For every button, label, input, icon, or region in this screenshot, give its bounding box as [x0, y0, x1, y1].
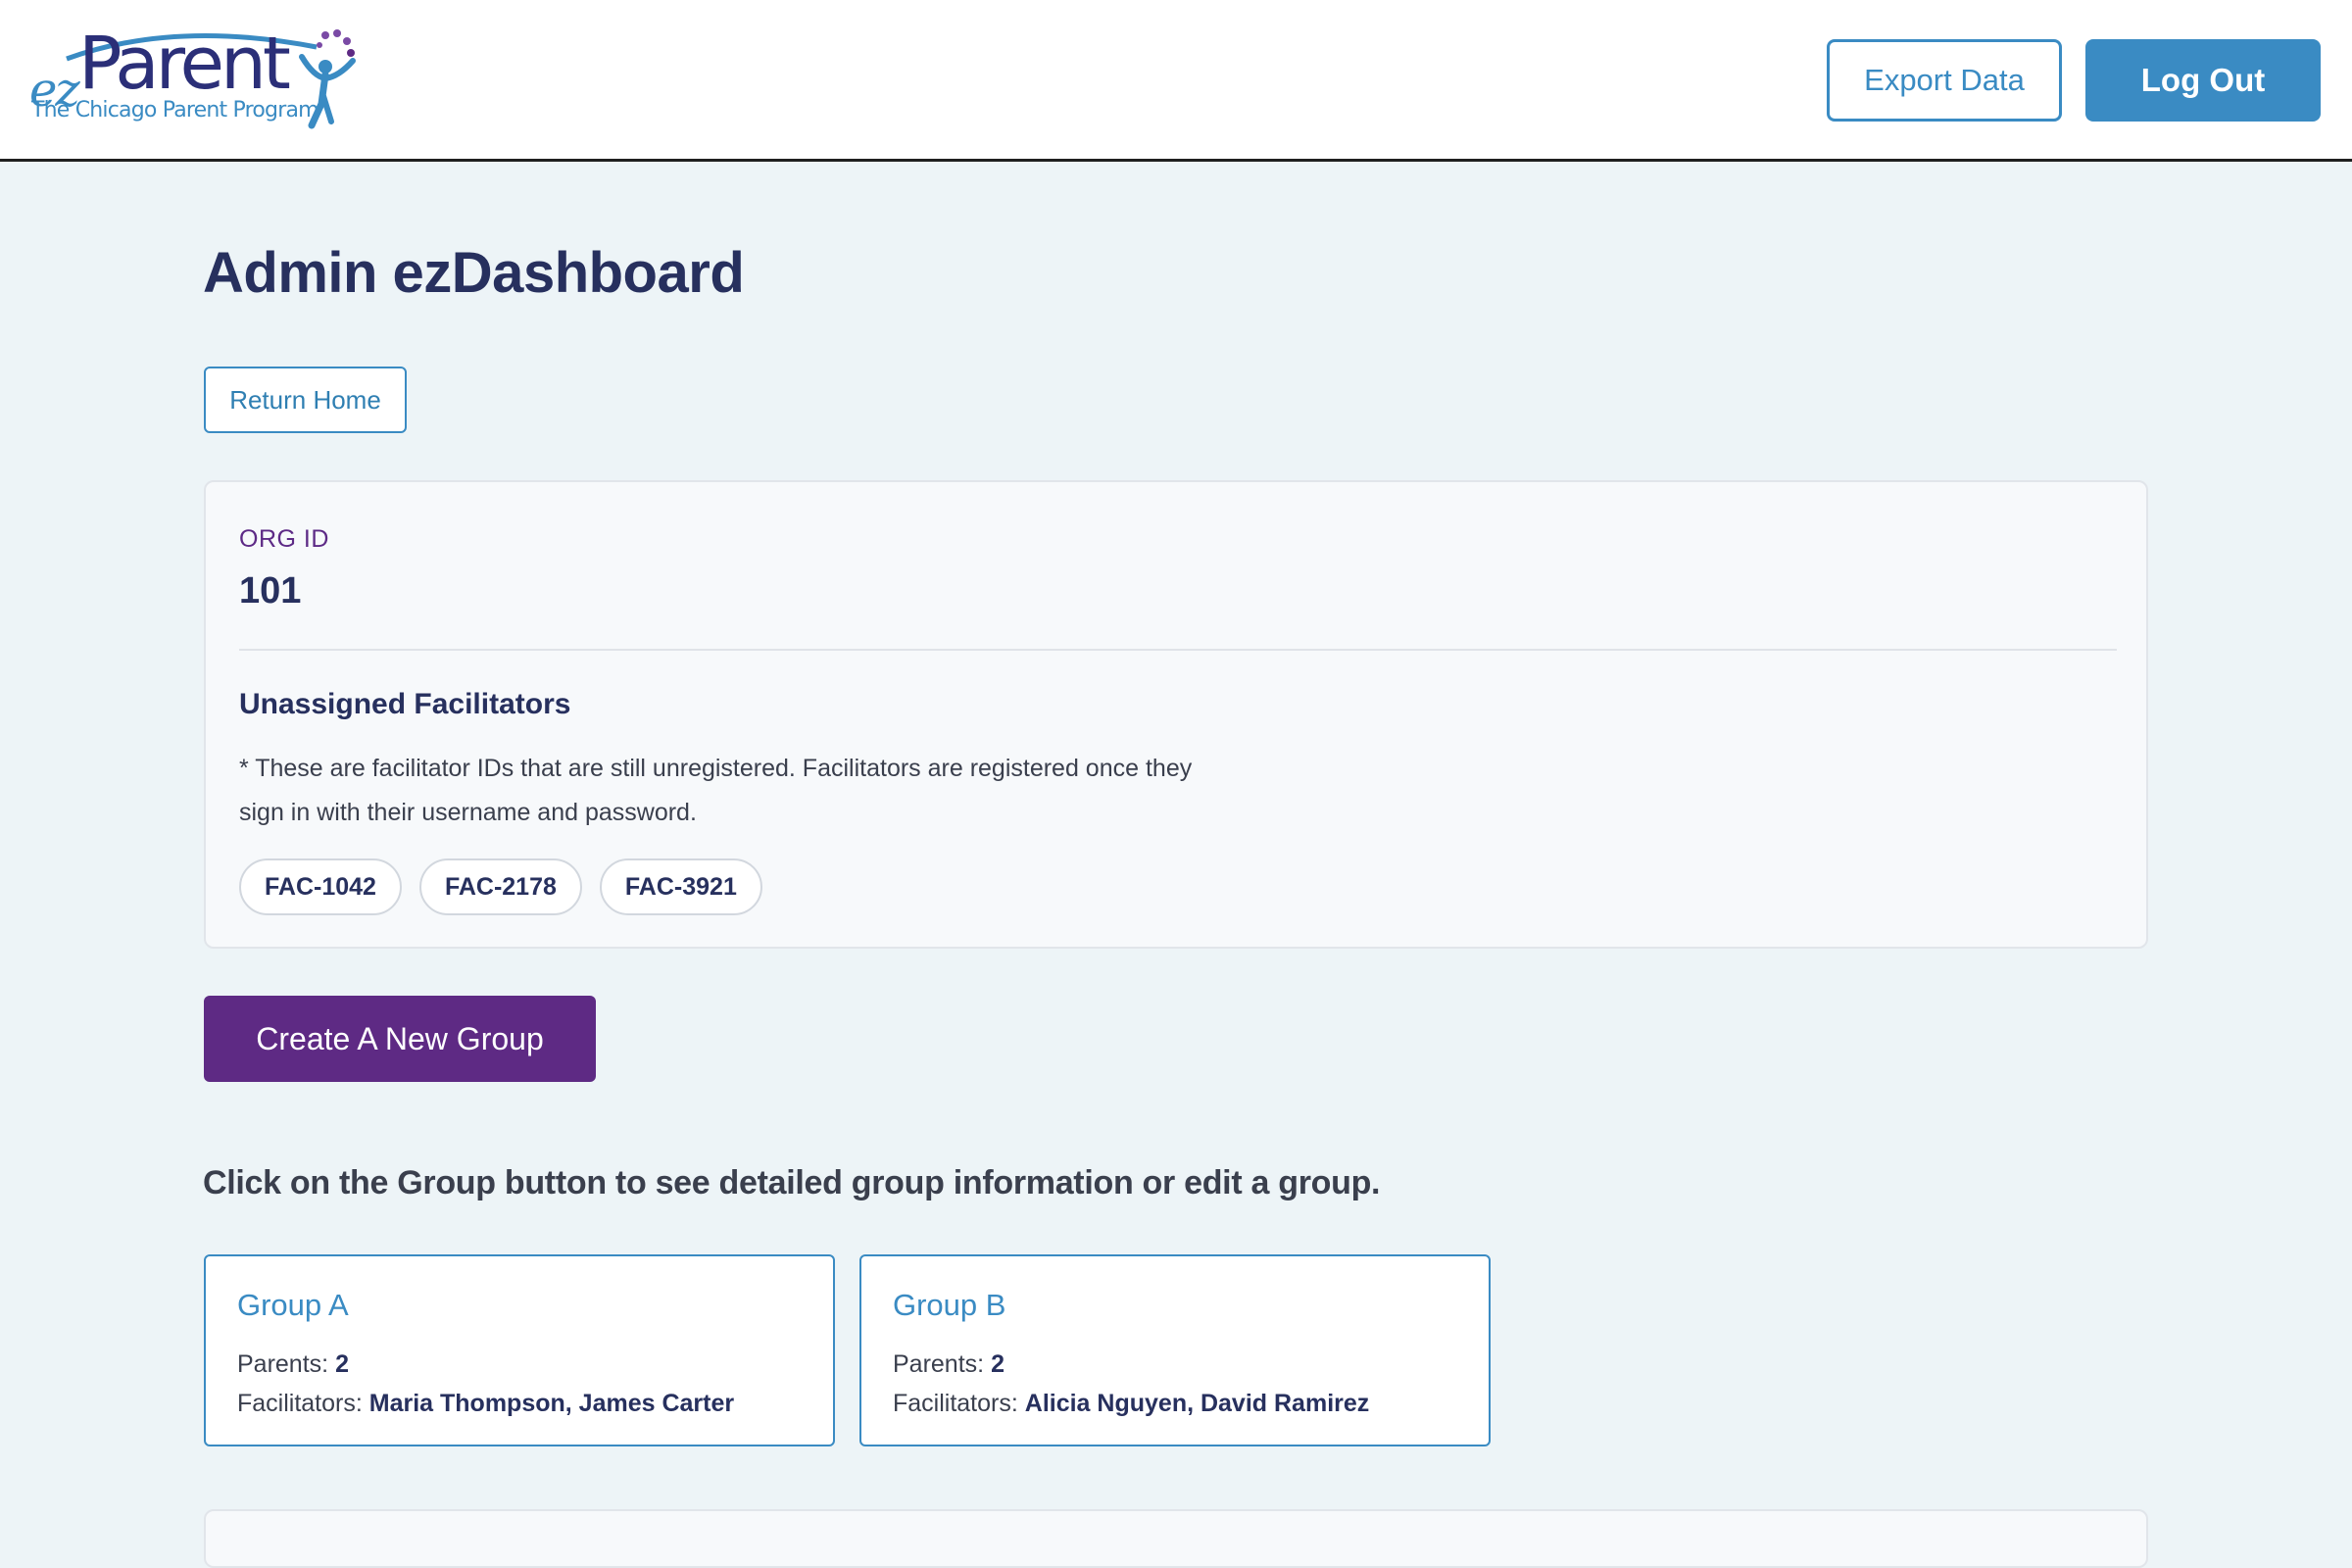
group-parents: Parents: 2: [893, 1350, 1004, 1379]
facilitator-id-chip: FAC-1042: [239, 858, 402, 915]
group-name: Group A: [237, 1288, 349, 1322]
export-data-button[interactable]: Export Data: [1827, 39, 2062, 122]
group-facilitators: Facilitators: Alicia Nguyen, David Ramir…: [893, 1390, 1369, 1418]
return-home-button[interactable]: Return Home: [204, 367, 407, 433]
facilitator-id-chip: FAC-3921: [599, 858, 762, 915]
parents-label: Parents:: [237, 1350, 329, 1378]
group-parents: Parents: 2: [237, 1350, 349, 1379]
parents-count: 2: [335, 1350, 349, 1378]
group-facilitators: Facilitators: Maria Thompson, James Cart…: [237, 1390, 734, 1418]
facilitators-names: Alicia Nguyen, David Ramirez: [1024, 1390, 1370, 1417]
facilitator-id-list: FAC-1042 FAC-2178 FAC-3921: [239, 858, 762, 915]
group-card-b[interactable]: Group B Parents: 2 Facilitators: Alicia …: [859, 1254, 1491, 1446]
next-section-card: [204, 1509, 2148, 1568]
parents-count: 2: [991, 1350, 1004, 1378]
org-card: ORG ID 101 Unassigned Facilitators * The…: [204, 480, 2148, 949]
facilitators-label: Facilitators:: [893, 1390, 1018, 1417]
group-instructions: Click on the Group button to see detaile…: [203, 1164, 1381, 1201]
page-title: Admin ezDashboard: [203, 241, 745, 305]
logo-subtitle: The Chicago Parent Program: [31, 98, 319, 122]
org-id-label: ORG ID: [239, 525, 329, 553]
group-name: Group B: [893, 1288, 1006, 1322]
unassigned-facilitators-heading: Unassigned Facilitators: [239, 688, 571, 720]
top-bar: ez Parent The Chicago Parent Program Exp…: [0, 0, 2352, 162]
facilitator-id-chip: FAC-2178: [418, 858, 582, 915]
group-card-a[interactable]: Group A Parents: 2 Facilitators: Maria T…: [204, 1254, 835, 1446]
unassigned-facilitators-note: * These are facilitator IDs that are sti…: [239, 755, 1193, 826]
parents-label: Parents:: [893, 1350, 985, 1378]
facilitators-label: Facilitators:: [237, 1390, 363, 1417]
log-out-button[interactable]: Log Out: [2085, 39, 2321, 122]
divider: [239, 649, 2117, 651]
org-id-value: 101: [239, 570, 302, 612]
create-new-group-button[interactable]: Create A New Group: [204, 996, 596, 1082]
facilitators-names: Maria Thompson, James Carter: [368, 1390, 735, 1417]
logo-parent-text: Parent: [78, 22, 291, 106]
ezparent-logo[interactable]: ez Parent The Chicago Parent Program: [27, 25, 361, 131]
logo-figure-icon: [299, 29, 356, 129]
